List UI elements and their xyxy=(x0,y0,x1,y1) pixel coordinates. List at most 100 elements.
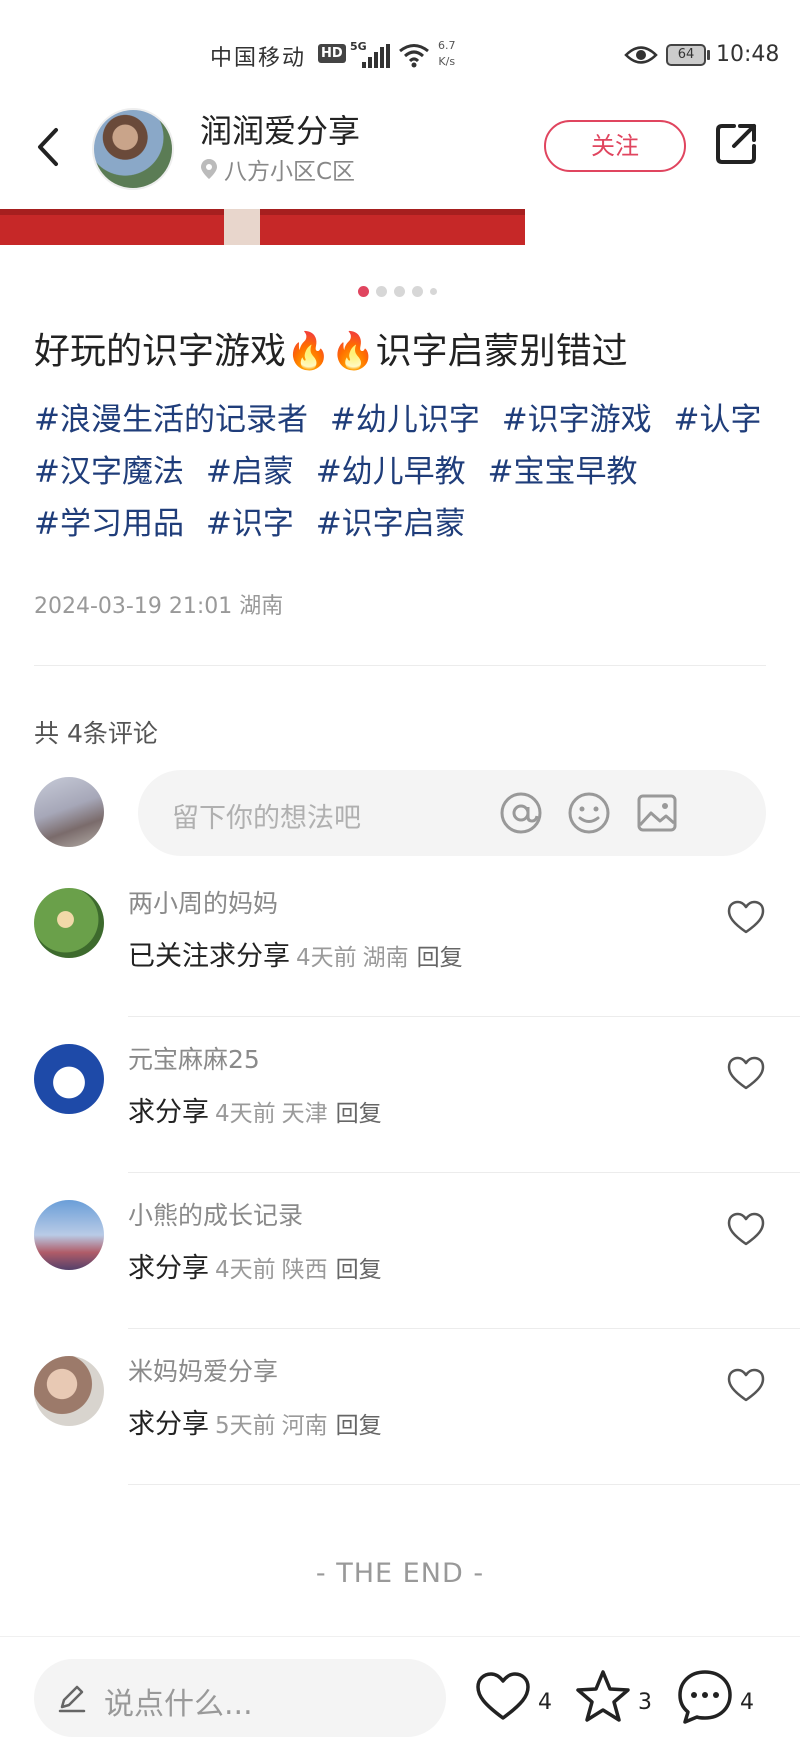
mention-icon[interactable] xyxy=(498,790,544,836)
hashtag-link[interactable]: #识字启蒙 xyxy=(316,506,466,542)
comment-divider xyxy=(128,1172,800,1173)
comment-text: 求分享 xyxy=(128,1253,209,1284)
commenter-name[interactable]: 小熊的成长记录 xyxy=(128,1196,303,1232)
comment-body: 求分享 4天前 天津 回复 xyxy=(128,1090,382,1129)
comment-item: 米妈妈爱分享求分享 5天前 河南 回复 xyxy=(0,1346,800,1502)
commenter-avatar[interactable] xyxy=(34,1044,104,1114)
clock: 10:48 xyxy=(716,42,780,67)
comment-time: 4天前 xyxy=(296,945,357,971)
like-action[interactable]: 4 xyxy=(474,1667,552,1727)
note-header: 润润爱分享 八方小区C区 关注 xyxy=(0,100,800,210)
comment-like-icon[interactable] xyxy=(726,898,766,936)
divider xyxy=(34,665,766,666)
author-name[interactable]: 润润爱分享 xyxy=(200,106,360,152)
image-detail xyxy=(224,209,260,245)
note-region: 湖南 xyxy=(239,594,284,619)
carousel-dot xyxy=(412,286,423,297)
comment-item: 小熊的成长记录求分享 4天前 陕西 回复 xyxy=(0,1190,800,1346)
commenter-name[interactable]: 两小周的妈妈 xyxy=(128,884,278,920)
comment-text: 求分享 xyxy=(128,1097,209,1128)
speed-value: 6.7 xyxy=(438,39,456,52)
collect-action[interactable]: 3 xyxy=(574,1667,652,1727)
comment-body: 求分享 5天前 河南 回复 xyxy=(128,1402,382,1441)
hashtag-link[interactable]: #幼儿早教 xyxy=(316,454,466,490)
carousel-dot xyxy=(376,286,387,297)
image-shade xyxy=(0,209,525,215)
comment-total: 4 xyxy=(740,1689,754,1715)
hd-badge: HD xyxy=(318,44,346,63)
hashtag-link[interactable]: #启蒙 xyxy=(206,454,294,490)
speed-unit: K/s xyxy=(438,55,456,68)
carousel-image[interactable] xyxy=(0,209,525,245)
comment-item: 两小周的妈妈已关注求分享 4天前 湖南 回复 xyxy=(0,878,800,1034)
reply-link[interactable]: 回复 xyxy=(336,1101,382,1127)
commenter-avatar[interactable] xyxy=(34,888,104,958)
say-something-input[interactable]: 说点什么... xyxy=(34,1659,446,1737)
carrier-name: 中国移动 xyxy=(210,46,307,71)
comment-bubble-icon xyxy=(678,1670,732,1724)
commenter-avatar[interactable] xyxy=(34,1356,104,1426)
image-icon[interactable] xyxy=(634,790,680,836)
comment-divider xyxy=(128,1328,800,1329)
location-tag[interactable]: 八方小区C区 xyxy=(200,152,355,186)
hashtag-link[interactable]: #浪漫生活的记录者 xyxy=(34,402,308,438)
carousel-dot xyxy=(358,286,369,297)
comment-input[interactable]: 留下你的想法吧 xyxy=(138,770,766,856)
heart-icon xyxy=(476,1672,530,1720)
hashtag-link[interactable]: #宝宝早教 xyxy=(488,454,638,490)
share-icon[interactable] xyxy=(712,120,760,168)
comment-like-icon[interactable] xyxy=(726,1366,766,1404)
collect-count: 3 xyxy=(638,1689,652,1715)
reply-link[interactable]: 回复 xyxy=(336,1413,382,1439)
emoji-icon[interactable] xyxy=(566,790,612,836)
comment-region: 湖南 xyxy=(362,945,409,971)
carousel-dot xyxy=(394,286,405,297)
hashtag-link[interactable]: #识字游戏 xyxy=(502,402,652,438)
eye-icon xyxy=(624,46,658,64)
reply-link[interactable]: 回复 xyxy=(336,1257,382,1283)
comment-count: 共 4条评论 xyxy=(34,719,158,748)
wifi-icon xyxy=(399,44,429,68)
bottom-bar: 说点什么... 4 3 4 xyxy=(0,1636,800,1760)
battery-icon: 64 xyxy=(666,44,706,66)
status-bar: 中国移动 HD 5G 6.7 K/s 64 10:48 xyxy=(0,0,800,100)
like-count: 4 xyxy=(538,1689,552,1715)
reply-link[interactable]: 回复 xyxy=(417,945,463,971)
location-pin-icon xyxy=(201,159,217,179)
commenter-avatar[interactable] xyxy=(34,1200,104,1270)
note-title: 好玩的识字游戏🔥🔥识字启蒙别错过 xyxy=(34,331,628,372)
commenter-name[interactable]: 米妈妈爱分享 xyxy=(128,1352,278,1388)
my-avatar xyxy=(34,777,104,847)
comment-text: 已关注求分享 xyxy=(128,941,290,972)
carousel-indicator xyxy=(358,286,437,297)
comment-body: 求分享 4天前 陕西 回复 xyxy=(128,1246,382,1285)
end-marker: - THE END - xyxy=(315,1558,485,1589)
back-arrow-icon[interactable] xyxy=(28,122,68,172)
signal-icon xyxy=(362,44,392,68)
commenter-name[interactable]: 元宝麻麻25 xyxy=(128,1040,260,1076)
hashtag-list: #浪漫生活的记录者 #幼儿识字 #识字游戏 #认字 #汉字魔法 #启蒙 #幼儿早… xyxy=(34,394,774,550)
hashtag-link[interactable]: #学习用品 xyxy=(34,506,184,542)
comment-time: 5天前 xyxy=(215,1413,276,1439)
hashtag-link[interactable]: #认字 xyxy=(674,402,762,438)
author-avatar[interactable] xyxy=(92,108,174,190)
comment-time: 4天前 xyxy=(215,1257,276,1283)
hashtag-link[interactable]: #幼儿识字 xyxy=(330,402,480,438)
comment-region: 陕西 xyxy=(281,1257,328,1283)
hashtag-link[interactable]: #汉字魔法 xyxy=(34,454,184,490)
location-label: 八方小区C区 xyxy=(224,159,356,185)
comment-region: 河南 xyxy=(281,1413,328,1439)
comment-divider xyxy=(128,1484,800,1485)
pen-icon xyxy=(58,1685,86,1713)
comment-divider xyxy=(128,1016,800,1017)
battery-tip xyxy=(707,50,710,60)
comment-input-placeholder: 留下你的想法吧 xyxy=(172,803,361,834)
comment-like-icon[interactable] xyxy=(726,1210,766,1248)
hashtag-link[interactable]: #识字 xyxy=(206,506,294,542)
note-datetime: 2024-03-19 21:01 xyxy=(34,594,233,619)
network-speed: 6.7 K/s xyxy=(438,38,456,70)
comment-region: 天津 xyxy=(281,1101,328,1127)
comment-like-icon[interactable] xyxy=(726,1054,766,1092)
follow-button[interactable]: 关注 xyxy=(544,120,686,172)
comment-action[interactable]: 4 xyxy=(676,1667,754,1727)
